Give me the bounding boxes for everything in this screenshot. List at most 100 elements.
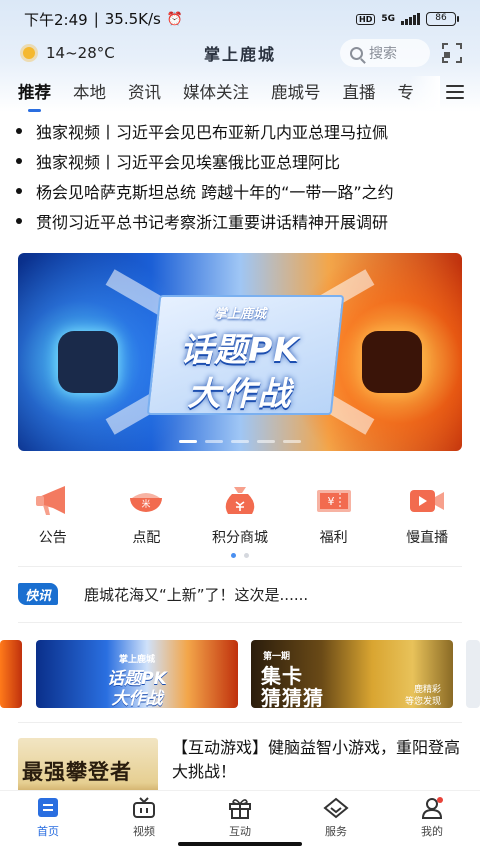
flash-news-bar[interactable]: 快讯 鹿城花海又“上新”了！这次是...... <box>0 578 480 610</box>
divider <box>18 722 462 723</box>
signal-icon <box>401 13 420 25</box>
quick-entry-slow-live[interactable]: 慢直播 <box>387 484 467 548</box>
nav-service[interactable]: 服务 <box>288 791 384 853</box>
quick-entry-welfare[interactable]: ¥ 福利 <box>294 484 374 548</box>
nav-label: 视频 <box>133 825 155 838</box>
search-placeholder: 搜索 <box>369 46 397 62</box>
network-type: 5G <box>381 14 395 24</box>
feed-thumbnail-text: 最强攀登者 <box>22 759 132 784</box>
gift-icon <box>229 799 251 819</box>
divider <box>18 566 462 567</box>
tabs-fade <box>410 76 440 110</box>
nav-label: 互动 <box>229 825 251 838</box>
headline-text: 贯彻习近平总书记考察浙江重要讲话精神开展调研 <box>36 213 389 232</box>
bullet-dot <box>16 158 22 164</box>
banner-brand: 掌上鹿城 <box>213 307 266 322</box>
tab-live[interactable]: 直播 <box>343 78 376 108</box>
banner-title-line2: 大作战 <box>187 374 293 413</box>
nav-label: 首页 <box>37 825 59 838</box>
nav-label: 我的 <box>421 825 443 838</box>
scan-icon[interactable] <box>442 43 462 63</box>
pager-dot <box>257 440 275 443</box>
hd-badge: HD <box>356 13 376 25</box>
tab-news[interactable]: 资讯 <box>128 78 161 108</box>
headline-text: 杨会见哈萨克斯坦总统 跨越十年的“一带一路”之约 <box>36 183 394 202</box>
quick-entry-pager <box>0 553 480 558</box>
banner-title-line1: 话题PK <box>180 330 300 369</box>
flash-news-badge: 快讯 <box>18 583 58 605</box>
quick-entry-points-mall[interactable]: 积分商城 <box>200 484 280 548</box>
tab-local[interactable]: 本地 <box>73 78 106 108</box>
pager-dot <box>205 440 223 443</box>
promo-card-collect-cards[interactable]: 第一期 集卡 猜猜猜 鹿精彩 等您发现 <box>251 640 453 708</box>
money-bag-icon <box>225 487 255 514</box>
promo-card-partial[interactable] <box>0 640 22 708</box>
quick-entry-order[interactable]: 米 点配 <box>106 484 186 548</box>
battery-level: 86 <box>435 13 447 23</box>
promo-card-partial[interactable] <box>466 640 480 708</box>
pager-dot <box>244 553 249 558</box>
search-icon <box>350 46 363 60</box>
weather-widget[interactable]: 14~28°C <box>18 42 115 64</box>
pager-dot <box>231 440 249 443</box>
search-box[interactable]: 搜索 <box>340 39 430 67</box>
home-icon <box>38 798 58 817</box>
diamond-icon <box>323 797 349 819</box>
weather-temp: 14~28°C <box>46 44 115 62</box>
pager-dot <box>231 553 236 558</box>
headline-item[interactable]: 独家视频丨习近平会见巴布亚新几内亚总理马拉佩 <box>0 116 480 146</box>
banner-pager <box>18 440 462 443</box>
sun-icon <box>18 42 40 64</box>
top-banner[interactable]: 掌上鹿城 话题PK 大作战 <box>18 253 462 451</box>
feed-title: 【互动游戏】健脑益智小游戏，重阳登高大挑战！ <box>172 738 461 781</box>
tab-media[interactable]: 媒体关注 <box>183 78 249 108</box>
status-bar: 下午2:49 | 35.5K/s ⏰ HD 5G 86 <box>0 0 480 38</box>
megaphone-icon <box>35 486 65 515</box>
quick-entry-label: 积分商城 <box>211 530 268 546</box>
headline-item[interactable]: 杨会见哈萨克斯坦总统 跨越十年的“一带一路”之约 <box>0 176 480 206</box>
quick-entry-label: 福利 <box>319 530 348 546</box>
promo-title-line2: 大作战 <box>111 689 163 708</box>
headline-item[interactable]: 独家视频丨习近平会见埃塞俄比亚总理阿比 <box>0 146 480 176</box>
user-icon <box>421 797 443 819</box>
tv-icon <box>133 797 155 818</box>
headline-item[interactable]: 贯彻习近平总书记考察浙江重要讲话精神开展调研 <box>0 206 480 236</box>
quick-entry-label: 慢直播 <box>406 530 449 546</box>
tab-recommend[interactable]: 推荐 <box>18 78 51 112</box>
quick-entry-label: 点配 <box>132 530 161 546</box>
headline-list: 独家视频丨习近平会见巴布亚新几内亚总理马拉佩 独家视频丨习近平会见埃塞俄比亚总理… <box>0 116 480 238</box>
bullet-dot <box>16 218 22 224</box>
tab-lucheng-account[interactable]: 鹿城号 <box>271 78 321 108</box>
pager-dot <box>179 440 197 443</box>
pager-dot <box>283 440 301 443</box>
promo-title-line2: 猜猜猜 <box>261 686 324 708</box>
quick-entry-announcement[interactable]: 公告 <box>13 484 93 548</box>
video-camera-icon <box>410 490 445 512</box>
menu-icon[interactable] <box>446 84 464 100</box>
svg-text:米: 米 <box>142 498 151 510</box>
quick-entry-grid: 公告 米 点配 积分商城 ¥ 福利 慢直播 <box>0 484 480 548</box>
status-separator: | <box>93 10 99 28</box>
nav-mine[interactable]: 我的 <box>384 791 480 853</box>
quick-entry-label: 公告 <box>38 530 67 546</box>
bullet-dot <box>16 128 22 134</box>
alarm-off-icon: ⏰ <box>166 11 184 27</box>
promo-note: 等您发现 <box>404 697 441 707</box>
bowl-icon: 米 <box>130 493 163 512</box>
status-time: 下午2:49 <box>24 10 88 29</box>
bullet-dot <box>16 188 22 194</box>
battery-icon: 86 <box>426 12 459 26</box>
feed-thumbnail: 最强攀登者 <box>18 738 158 794</box>
home-indicator[interactable] <box>178 842 302 846</box>
flash-news-text: 鹿城花海又“上新”了！这次是...... <box>84 585 309 604</box>
status-net-speed: 35.5K/s <box>104 10 161 28</box>
ticket-icon: ¥ <box>316 490 351 512</box>
promo-carousel: 掌上鹿城 话题PK 大作战 第一期 集卡 猜猜猜 鹿精彩 等您发现 <box>0 640 480 708</box>
promo-card-topic-pk[interactable]: 掌上鹿城 话题PK 大作战 <box>36 640 238 708</box>
nav-label: 服务 <box>325 825 347 838</box>
nav-home[interactable]: 首页 <box>0 791 96 853</box>
headline-text: 独家视频丨习近平会见埃塞俄比亚总理阿比 <box>36 153 341 172</box>
feed-item[interactable]: 最强攀登者 【互动游戏】健脑益智小游戏，重阳登高大挑战！ <box>0 736 480 794</box>
app-header: 14~28°C 掌上鹿城 搜索 <box>0 38 480 68</box>
svg-text:¥: ¥ <box>327 495 334 508</box>
